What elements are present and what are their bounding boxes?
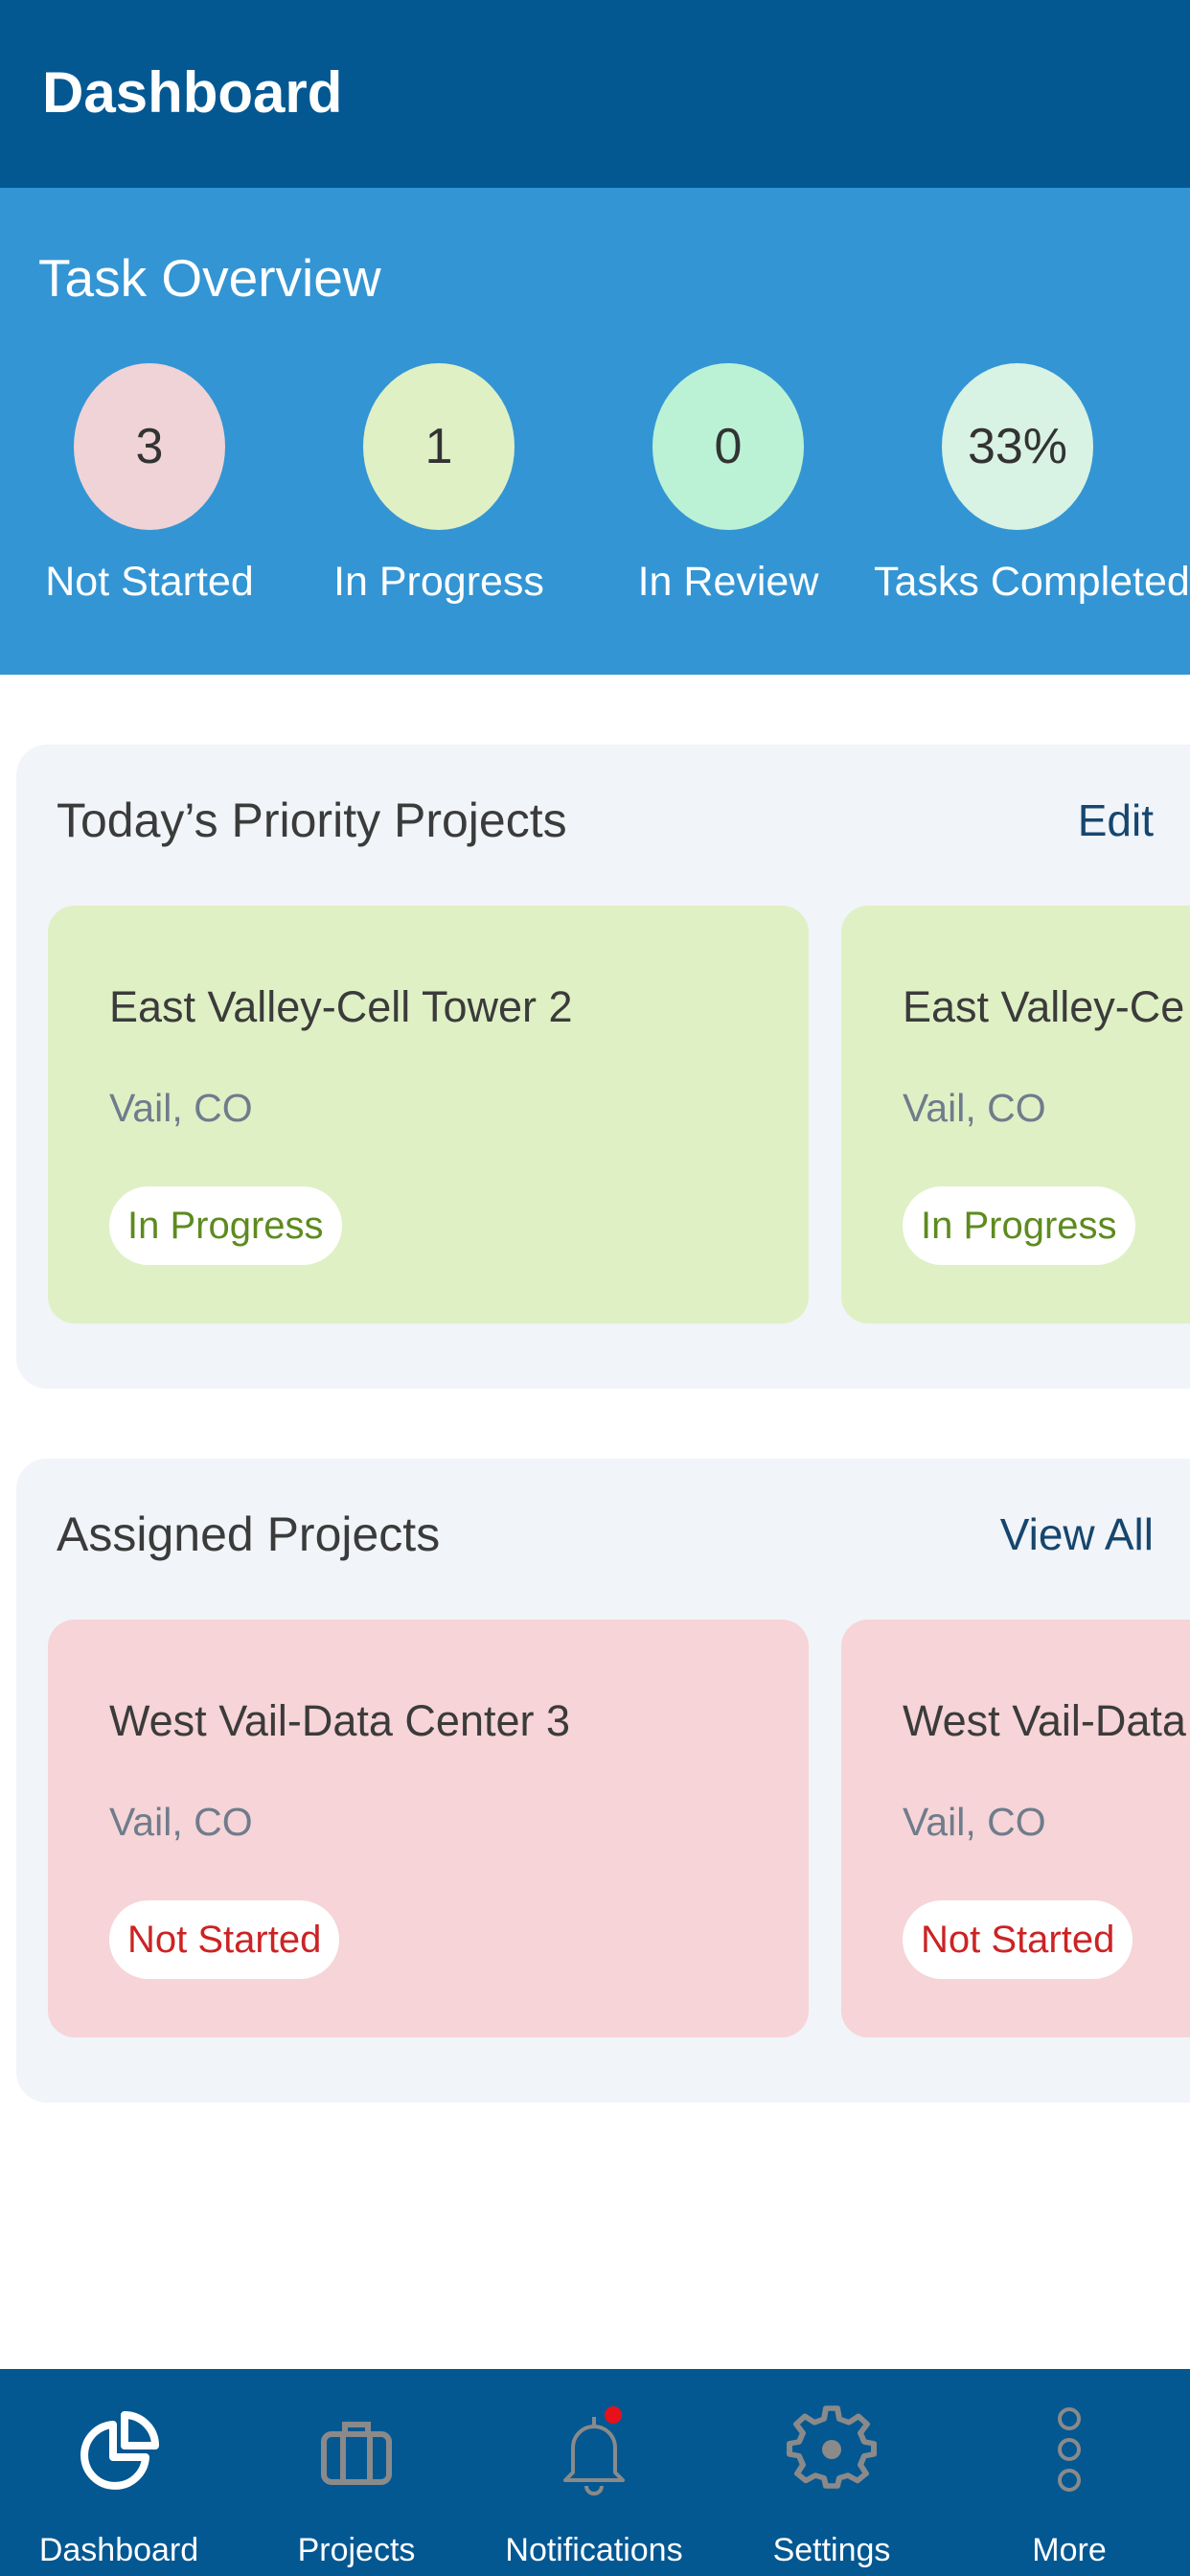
page-title: Dashboard <box>42 60 343 125</box>
priority-project-card[interactable]: East Valley-Ce Vail, CO In Progress <box>841 906 1190 1323</box>
stat-in-review-value: 0 <box>714 419 743 474</box>
more-vertical-icon <box>1058 2407 1081 2492</box>
tab-label: Settings <box>772 2532 891 2568</box>
tab-dashboard[interactable]: Dashboard <box>0 2369 238 2576</box>
stat-not-started-value: 3 <box>135 419 164 474</box>
view-all-link[interactable]: View All <box>1000 1508 1154 1560</box>
tab-projects[interactable]: Projects <box>238 2369 475 2576</box>
bottom-tab-bar: Dashboard Projects Notifications Setting… <box>0 2369 1190 2576</box>
assigned-project-card[interactable]: West Vail-Data Vail, CO Not Started <box>841 1620 1190 2037</box>
tab-label: Notifications <box>505 2532 683 2568</box>
assigned-projects-section: Assigned Projects View All West Vail-Dat… <box>16 1459 1190 2103</box>
stat-in-review[interactable]: 0 In Review <box>584 363 872 606</box>
stat-tasks-completed-circle: 33% <box>942 363 1093 530</box>
status-badge: Not Started <box>109 1900 340 1979</box>
project-location: Vail, CO <box>903 1800 1046 1844</box>
stat-not-started-label: Not Started <box>45 559 254 605</box>
tab-label: Dashboard <box>38 2532 199 2568</box>
stat-not-started[interactable]: 3 Not Started <box>6 363 293 606</box>
priority-projects-title: Today’s Priority Projects <box>57 794 567 847</box>
app-header: Dashboard <box>0 0 1190 188</box>
status-badge: In Progress <box>903 1186 1135 1265</box>
edit-priority-link[interactable]: Edit <box>1078 794 1154 846</box>
briefcase-icon <box>321 2422 392 2485</box>
assigned-project-card[interactable]: West Vail-Data Center 3 Vail, CO Not Sta… <box>48 1620 809 2037</box>
tab-settings[interactable]: Settings <box>713 2369 950 2576</box>
tab-notifications[interactable]: Notifications <box>475 2369 713 2576</box>
task-overview-panel: Task Overview 3 Not Started 1 In Progres… <box>0 188 1190 675</box>
status-badge: In Progress <box>109 1186 342 1265</box>
assigned-projects-title: Assigned Projects <box>57 1507 441 1561</box>
stat-in-review-circle: 0 <box>652 363 804 530</box>
notification-badge <box>605 2406 622 2424</box>
tab-label: Projects <box>297 2532 416 2568</box>
priority-project-card[interactable]: East Valley-Cell Tower 2 Vail, CO In Pro… <box>48 906 809 1323</box>
gear-icon <box>787 2405 877 2489</box>
project-location: Vail, CO <box>109 1800 253 1844</box>
task-overview-title: Task Overview <box>38 248 381 308</box>
project-title: West Vail-Data Center 3 <box>109 1696 571 1745</box>
stat-in-progress-label: In Progress <box>333 559 544 605</box>
stat-not-started-circle: 3 <box>74 363 225 530</box>
stat-tasks-completed-label: Tasks Completed <box>874 559 1190 605</box>
stat-in-progress-circle: 1 <box>363 363 515 530</box>
project-location: Vail, CO <box>903 1086 1046 1130</box>
stat-in-progress-value: 1 <box>424 419 453 474</box>
stat-in-review-label: In Review <box>637 559 819 605</box>
tab-more[interactable]: More <box>950 2369 1188 2576</box>
project-location: Vail, CO <box>109 1086 253 1130</box>
status-badge: Not Started <box>903 1900 1133 1979</box>
bell-icon <box>563 2406 625 2496</box>
stat-tasks-completed-value: 33% <box>967 419 1068 474</box>
stat-in-progress[interactable]: 1 In Progress <box>295 363 583 606</box>
pie-chart-icon <box>80 2411 159 2490</box>
stat-tasks-completed[interactable]: 33% Tasks Completed <box>874 363 1190 606</box>
project-title: West Vail-Data <box>903 1696 1186 1745</box>
project-title: East Valley-Ce <box>903 982 1185 1031</box>
project-title: East Valley-Cell Tower 2 <box>109 982 573 1031</box>
tab-label: More <box>1032 2532 1107 2568</box>
priority-projects-section: Today’s Priority Projects Edit East Vall… <box>16 745 1190 1389</box>
